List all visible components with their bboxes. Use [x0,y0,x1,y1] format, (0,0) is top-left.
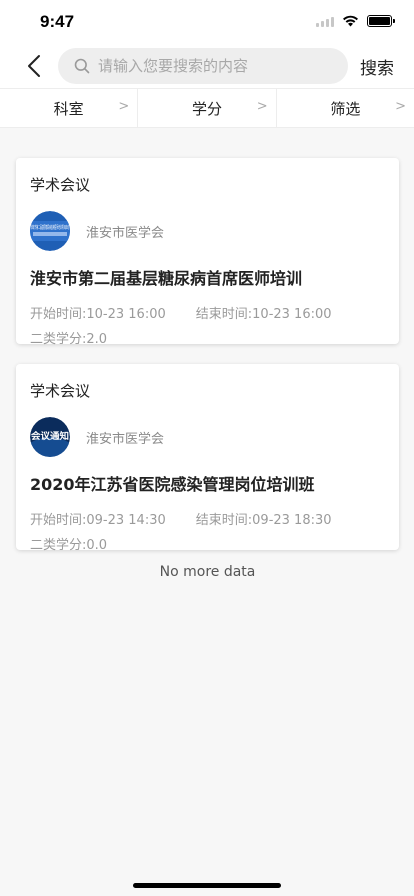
credit: 二类学分:0.0 [30,538,108,553]
start-time: 开始时间:10-23 16:00 [30,307,166,322]
org-row: 会议通知 淮安市医学会 [30,417,385,457]
search-icon [74,58,90,74]
end-time: 结束时间:10-23 16:00 [195,307,332,322]
filter-label: 学分 [191,99,222,118]
org-row: 淮安市第二届基层糖尿病首席医师培训项目启动 淮安市医学会 [30,211,385,251]
status-bar: 9:47 [0,0,414,44]
end-time: 结束时间:09-23 18:30 [195,513,332,528]
credit: 二类学分:2.0 [30,332,108,347]
chevron-left-icon [28,55,40,77]
chevron-right-icon: > [395,99,406,114]
chevron-right-icon: > [118,99,130,114]
org-logo: 会议通知 [30,417,70,457]
nav-bar: 搜索 [0,44,414,88]
search-button[interactable]: 搜索 [360,54,394,79]
filter-label: 筛选 [330,99,361,118]
card-title: 淮安市第二届基层糖尿病首席医师培训 [30,269,303,288]
home-indicator[interactable] [133,883,281,888]
search-box[interactable] [58,48,348,84]
meeting-list: 学术会议 淮安市第二届基层糖尿病首席医师培训项目启动 淮安市医学会 淮安市第二届… [16,158,399,580]
filter-credit[interactable]: 学分 > [138,89,277,127]
signal-icon [316,16,334,27]
status-icons [316,15,395,27]
search-input[interactable] [98,57,338,75]
battery-icon [367,15,395,27]
org-logo: 淮安市第二届基层糖尿病首席医师培训项目启动 [30,211,70,251]
back-button[interactable] [18,50,50,82]
org-name: 淮安市医学会 [86,225,165,241]
chevron-right-icon: > [256,99,268,114]
card-type: 学术会议 [30,382,91,400]
logo-text: 会议通知 [31,430,69,442]
start-time: 开始时间:09-23 14:30 [30,513,166,528]
filter-bar: 科室 > 学分 > 筛选 > [0,88,414,128]
wifi-icon [343,15,358,27]
status-time: 9:47 [40,12,75,31]
time-row: 开始时间:09-23 14:30 结束时间:09-23 18:30 [30,509,385,528]
meeting-card[interactable]: 学术会议 淮安市第二届基层糖尿病首席医师培训项目启动 淮安市医学会 淮安市第二届… [16,158,399,347]
no-more-data: No more data [159,564,256,580]
filter-label: 科室 [53,99,84,118]
filter-department[interactable]: 科室 > [0,89,139,127]
card-type: 学术会议 [30,176,91,194]
filter-screen[interactable]: 筛选 > [277,89,414,127]
time-row: 开始时间:10-23 16:00 结束时间:10-23 16:00 [30,303,385,322]
card-title: 2020年江苏省医院感染管理岗位培训班 [30,475,315,494]
org-name: 淮安市医学会 [86,431,165,447]
meeting-card[interactable]: 学术会议 会议通知 淮安市医学会 2020年江苏省医院感染管理岗位培训班 开始时… [16,364,399,553]
logo-text: 淮安市第二届基层糖尿病首席医师培训项目启动 [31,224,69,231]
